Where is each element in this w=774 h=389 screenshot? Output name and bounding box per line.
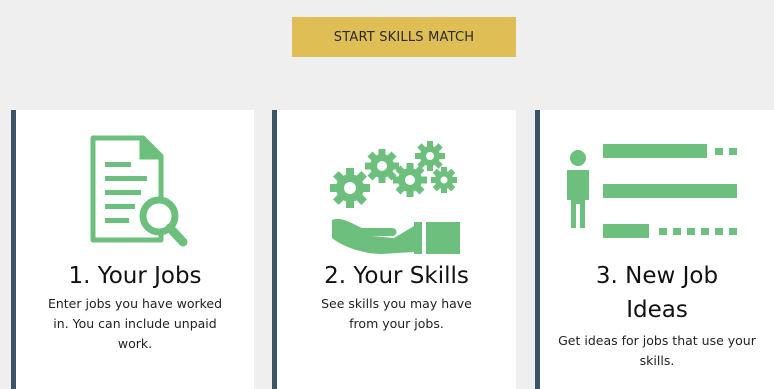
card-title: 2. Your Skills	[324, 263, 469, 289]
gears-hand-icon	[277, 128, 516, 263]
document-search-icon	[16, 128, 254, 263]
card-title: 1. Your Jobs	[68, 263, 202, 289]
start-skills-match-button[interactable]: START SKILLS MATCH	[292, 17, 516, 57]
step-card-your-jobs: 1. Your Jobs Enter jobs you have worked …	[11, 110, 254, 389]
card-title: 3. New Job Ideas	[595, 263, 719, 323]
card-description: Enter jobs you have worked in. You can i…	[47, 296, 223, 351]
card-description: See skills you may have from your jobs.	[321, 296, 472, 331]
person-list-icon	[540, 128, 774, 263]
step-card-new-job-ideas: 3. New Job Ideas Get ideas for jobs that…	[535, 110, 774, 389]
step-card-your-skills: 2. Your Skills See skills you may have f…	[272, 110, 516, 389]
card-description: Get ideas for jobs that use your skills.	[558, 333, 756, 368]
